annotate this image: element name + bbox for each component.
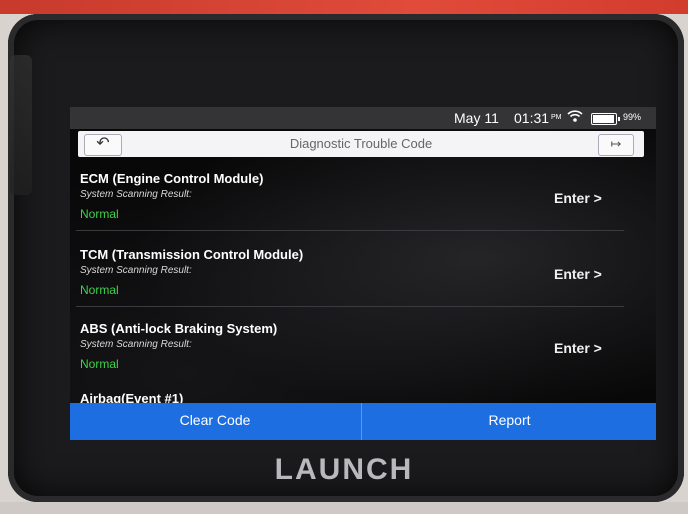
status-badge: Normal (80, 357, 119, 371)
header-bar: ↶ Diagnostic Trouble Code ↦ (78, 131, 644, 157)
status-badge: Normal (80, 207, 119, 221)
scan-result-label: System Scanning Result: (80, 265, 192, 276)
wifi-icon (567, 109, 583, 126)
enter-button[interactable]: Enter > (554, 340, 602, 356)
module-name: ABS (Anti-lock Braking System) (80, 321, 278, 336)
module-row-ecm[interactable]: ECM (Engine Control Module) System Scann… (70, 171, 626, 245)
module-row-abs[interactable]: ABS (Anti-lock Braking System) System Sc… (70, 321, 626, 395)
scan-result-label: System Scanning Result: (80, 339, 192, 350)
device-side-grip (10, 55, 32, 195)
module-row-tcm[interactable]: TCM (Transmission Control Module) System… (70, 247, 626, 321)
action-bar: Clear Code Report (70, 403, 656, 440)
device-brand-logo: LAUNCH (274, 453, 414, 486)
module-row-airbag[interactable]: Airbag(Event #1) (70, 388, 626, 403)
exit-icon[interactable]: ↦ (598, 134, 634, 156)
module-name: TCM (Transmission Control Module) (80, 247, 304, 262)
scan-result-label: System Scanning Result: (80, 189, 192, 200)
module-name: Airbag(Event #1) (80, 391, 184, 403)
status-date: May 11 (454, 110, 499, 126)
device-screen: May 11 01:31 PM 99% ↶ Diagnostic Trouble… (70, 107, 656, 440)
clear-code-button[interactable]: Clear Code (70, 403, 360, 440)
device-top-edge (0, 0, 688, 14)
status-badge: Normal (80, 283, 119, 297)
module-name: ECM (Engine Control Module) (80, 171, 264, 186)
device-bottom-edge (0, 502, 688, 514)
status-bar: May 11 01:31 PM 99% (70, 107, 656, 129)
status-ampm: PM (551, 114, 562, 121)
battery-icon (591, 113, 620, 125)
row-divider (76, 306, 624, 307)
enter-button[interactable]: Enter > (554, 266, 602, 282)
report-button[interactable]: Report (361, 403, 656, 440)
enter-button[interactable]: Enter > (554, 190, 602, 206)
page-title: Diagnostic Trouble Code (289, 136, 433, 151)
row-divider (76, 230, 624, 231)
status-time: 01:31 (514, 110, 550, 126)
battery-percent: 99% (623, 112, 642, 122)
